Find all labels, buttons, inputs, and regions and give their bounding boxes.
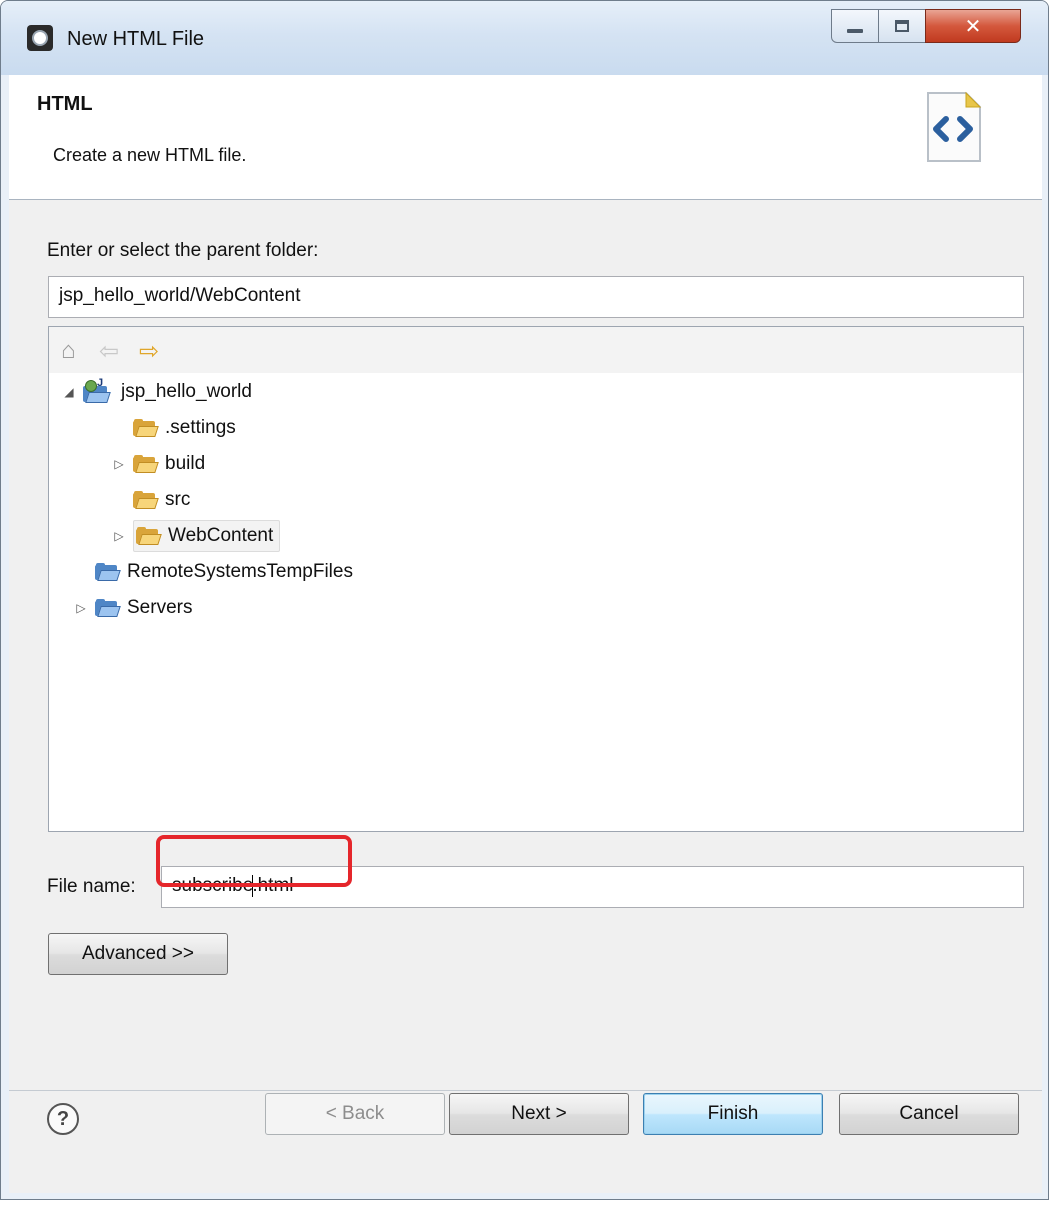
- html-file-icon: [927, 91, 982, 162]
- collapsed-arrow-icon[interactable]: ▷: [73, 601, 89, 615]
- parent-folder-input[interactable]: jsp_hello_world/WebContent: [48, 276, 1024, 318]
- back-button[interactable]: < Back: [265, 1093, 445, 1135]
- help-icon[interactable]: ?: [47, 1103, 79, 1135]
- tree-item-servers[interactable]: ▷ Servers: [73, 593, 192, 623]
- home-icon[interactable]: ⌂: [61, 337, 76, 365]
- new-html-file-dialog: New HTML File ✕ HTML Create a new HTML f…: [0, 0, 1049, 1200]
- tree-item-jsp-hello-world[interactable]: ◢ J jsp_hello_world: [61, 377, 252, 407]
- tree-item-label: Servers: [127, 597, 193, 618]
- wizard-banner: HTML Create a new HTML file.: [9, 75, 1042, 200]
- banner-description: Create a new HTML file.: [53, 145, 247, 165]
- tree-item-webcontent[interactable]: ▷ WebContent: [111, 520, 281, 552]
- folder-tree[interactable]: ⌂ ⇦ ⇨ ◢ J jsp_hello_world .settings ▷ bu…: [48, 326, 1024, 832]
- project-folder-icon: [95, 563, 121, 581]
- annotation-highlight-box: [156, 835, 352, 887]
- folder-icon: [133, 491, 159, 509]
- back-arrow-icon[interactable]: ⇦: [99, 337, 119, 366]
- banner-title: HTML: [37, 93, 93, 115]
- folder-icon: [133, 455, 159, 473]
- close-icon: ✕: [964, 15, 982, 38]
- web-project-icon: J: [83, 377, 113, 404]
- minimize-icon: [847, 29, 863, 33]
- title-bar[interactable]: New HTML File ✕: [1, 1, 1048, 75]
- collapsed-arrow-icon[interactable]: ▷: [111, 529, 127, 543]
- tree-item-label: WebContent: [168, 525, 274, 546]
- close-button[interactable]: ✕: [925, 9, 1021, 43]
- forward-arrow-icon[interactable]: ⇨: [139, 337, 159, 366]
- cancel-button[interactable]: Cancel: [839, 1093, 1019, 1135]
- project-folder-icon: [95, 599, 121, 617]
- selected-item[interactable]: WebContent: [133, 520, 281, 552]
- wizard-footer: ? < Back Next > Finish Cancel: [9, 1091, 1042, 1193]
- folder-icon: [136, 527, 162, 545]
- tree-item-label: .settings: [165, 417, 236, 438]
- finish-button[interactable]: Finish: [643, 1093, 823, 1135]
- tree-item-build[interactable]: ▷ build: [111, 449, 205, 479]
- tree-item-label: RemoteSystemsTempFiles: [127, 561, 353, 582]
- tree-item-remote-systems-temp-files[interactable]: RemoteSystemsTempFiles: [73, 557, 353, 587]
- tree-item-label: jsp_hello_world: [121, 381, 252, 402]
- tree-item-settings[interactable]: .settings: [111, 413, 236, 443]
- window-title: New HTML File: [67, 28, 205, 50]
- parent-folder-label: Enter or select the parent folder:: [47, 240, 319, 261]
- advanced-button[interactable]: Advanced >>: [48, 933, 228, 975]
- expanded-arrow-icon[interactable]: ◢: [61, 385, 77, 399]
- next-button[interactable]: Next >: [449, 1093, 629, 1135]
- collapsed-arrow-icon[interactable]: ▷: [111, 457, 127, 471]
- tree-item-label: src: [165, 489, 191, 510]
- maximize-button[interactable]: [878, 9, 926, 43]
- tree-item-label: build: [165, 453, 206, 474]
- eclipse-icon: [27, 25, 53, 51]
- wizard-content: Enter or select the parent folder: jsp_h…: [9, 200, 1042, 1090]
- minimize-button[interactable]: [831, 9, 879, 43]
- maximize-icon: [895, 20, 909, 32]
- tree-item-src[interactable]: src: [111, 485, 190, 515]
- folder-icon: [133, 419, 159, 437]
- file-name-label: File name:: [47, 876, 136, 897]
- tree-toolbar: ⌂ ⇦ ⇨: [49, 327, 1023, 373]
